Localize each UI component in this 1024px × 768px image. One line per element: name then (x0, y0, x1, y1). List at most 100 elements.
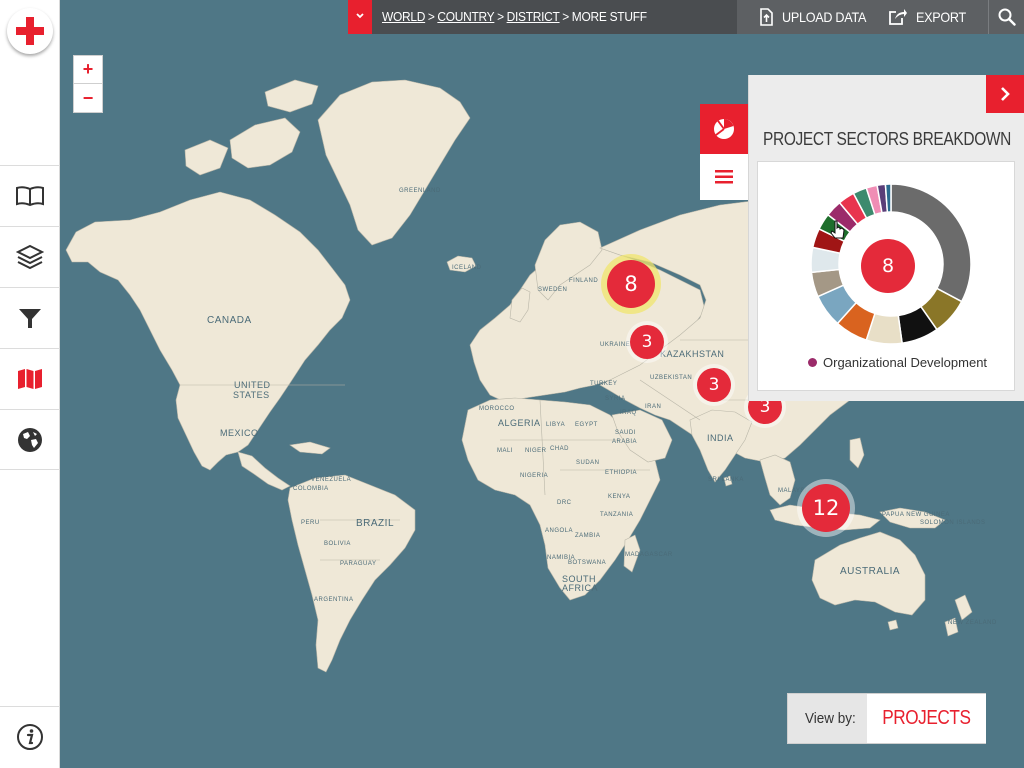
label-kenya: KENYA (608, 494, 631, 500)
label-libya: LIBYA (546, 422, 566, 428)
donut-center-count: 8 (861, 239, 915, 293)
label-argentina: ARGENTINA (314, 597, 354, 603)
label-egypt: EGYPT (575, 422, 598, 428)
layers-icon (16, 244, 44, 270)
sidebar-item-layers[interactable] (0, 226, 60, 287)
label-canada: CANADA (207, 315, 252, 326)
sectors-panel: PROJECT SECTORS BREAKDOWN Organizational… (748, 75, 1024, 401)
breadcrumb-current: MORE STUFF (571, 9, 647, 24)
sidebar-item-about[interactable] (0, 706, 60, 767)
label-drc: DRC (557, 500, 572, 506)
cluster-marker-central-asia[interactable]: 3 (697, 368, 731, 402)
upload-data-label: UPLOAD DATA (782, 9, 867, 25)
label-kazakhstan: KAZAKHSTAN (660, 349, 725, 359)
map-icon (18, 369, 42, 389)
cluster-marker-indonesia[interactable]: 12 (802, 484, 850, 532)
upload-icon (760, 8, 773, 26)
zoom-control: + − (73, 55, 103, 113)
label-paraguay: PARAGUAY (340, 561, 377, 567)
export-button[interactable]: EXPORT (888, 0, 972, 34)
cluster-marker-europe[interactable]: 3 (630, 325, 664, 359)
export-icon (889, 9, 907, 25)
breadcrumb-world[interactable]: WORLD (382, 9, 425, 24)
label-botswana: BOTSWANA (568, 560, 607, 566)
info-icon (17, 724, 43, 750)
book-icon (16, 186, 44, 207)
menu-icon (715, 170, 733, 184)
chart-legend: Organizational Development (808, 355, 987, 370)
label-syria: SYRIA (605, 396, 626, 402)
label-arabia: ARABIA (612, 439, 638, 445)
search-button[interactable] (988, 0, 1024, 34)
sidebar (0, 0, 60, 768)
zoom-out-button[interactable]: − (74, 84, 102, 112)
chevron-right-icon (1001, 87, 1010, 101)
cluster-marker-russia[interactable]: 8 (607, 260, 655, 308)
label-niger: NIGER (525, 448, 547, 454)
label-tanzania: TANZANIA (600, 512, 634, 518)
panel-title: PROJECT SECTORS BREAKDOWN (763, 129, 1012, 149)
globe-icon (18, 427, 42, 452)
label-greenland: GREENLAND (399, 188, 441, 194)
label-iraq: IRAQ (620, 410, 637, 416)
label-mali: MALI (497, 448, 514, 454)
breadcrumb-toggle-button[interactable] (348, 0, 372, 34)
label-iceland: ICELAND (452, 265, 482, 271)
panel-tabs (700, 104, 748, 200)
label-morocco: MOROCCO (479, 406, 515, 412)
panel-collapse-button[interactable] (986, 75, 1024, 113)
breadcrumb-district[interactable]: DISTRICT (507, 9, 560, 24)
label-turkey: TURKEY (590, 381, 618, 387)
legend-dot (808, 358, 817, 367)
label-saudi: SAUDI (615, 430, 636, 436)
label-uzbekistan: UZBEKISTAN (650, 375, 693, 381)
view-by-control: View by: PROJECTS (787, 693, 986, 744)
label-finland: FINLAND (569, 278, 599, 284)
label-chad: CHAD (550, 446, 570, 452)
view-by-label: View by: (805, 710, 856, 727)
top-bar: WORLD > COUNTRY > DISTRICT > MORE STUFF UPLOAD… (348, 0, 1024, 34)
filter-icon (19, 309, 41, 328)
breadcrumb-country[interactable]: COUNTRY (437, 9, 494, 24)
label-mexico: MEXICO (220, 428, 259, 438)
label-australia: AUSTRALIA (840, 566, 901, 577)
label-africa: AFRICA (562, 583, 599, 593)
upload-data-button[interactable]: UPLOAD DATA (758, 0, 875, 34)
label-nigeria: NIGERIA (520, 473, 549, 479)
pie-chart-icon (714, 119, 734, 139)
search-icon (998, 8, 1016, 26)
label-angola: ANGOLA (545, 528, 574, 534)
breadcrumb-separator: > (562, 9, 570, 24)
label-venezuela: VENEZUELA (311, 477, 352, 483)
red-cross-logo[interactable] (7, 8, 53, 54)
label-sudan: SUDAN (576, 460, 600, 466)
label-algeria: ALGERIA (498, 418, 541, 428)
view-by-value: PROJECTS (882, 707, 971, 729)
chevron-down-icon (356, 13, 364, 19)
label-zambia: ZAMBIA (575, 533, 601, 539)
label-bolivia: BOLIVIA (324, 541, 351, 547)
label-colombia: COLOMBIA (293, 486, 329, 492)
label-sweden: SWEDEN (538, 287, 568, 293)
legend-label: Organizational Development (823, 355, 988, 370)
breadcrumb-separator: > (427, 9, 435, 24)
sidebar-item-filter[interactable] (0, 287, 60, 348)
view-by-projects-button[interactable]: PROJECTS (867, 694, 986, 743)
breadcrumb-separator: > (497, 9, 504, 24)
tab-list[interactable] (700, 154, 748, 200)
tab-chart[interactable] (700, 104, 748, 154)
label-india: INDIA (707, 433, 734, 443)
sidebar-item-info-book[interactable] (0, 165, 60, 226)
label-papua: PAPUA NEW GUINEA (882, 512, 950, 518)
label-united: UNITED (234, 380, 271, 390)
label-srilanka: SRI LANKA (708, 477, 744, 483)
sidebar-item-globe[interactable] (0, 409, 60, 470)
label-peru: PERU (301, 520, 320, 526)
label-newzealand: NEW ZEALAND (948, 620, 997, 626)
label-brazil: BRAZIL (356, 518, 395, 529)
zoom-in-button[interactable]: + (74, 56, 102, 84)
breadcrumb: WORLD > COUNTRY > DISTRICT > MORE STUFF (382, 9, 647, 24)
export-label: EXPORT (916, 9, 966, 25)
sidebar-item-map[interactable] (0, 348, 60, 409)
label-solomon: SOLOMON ISLANDS (920, 520, 986, 526)
